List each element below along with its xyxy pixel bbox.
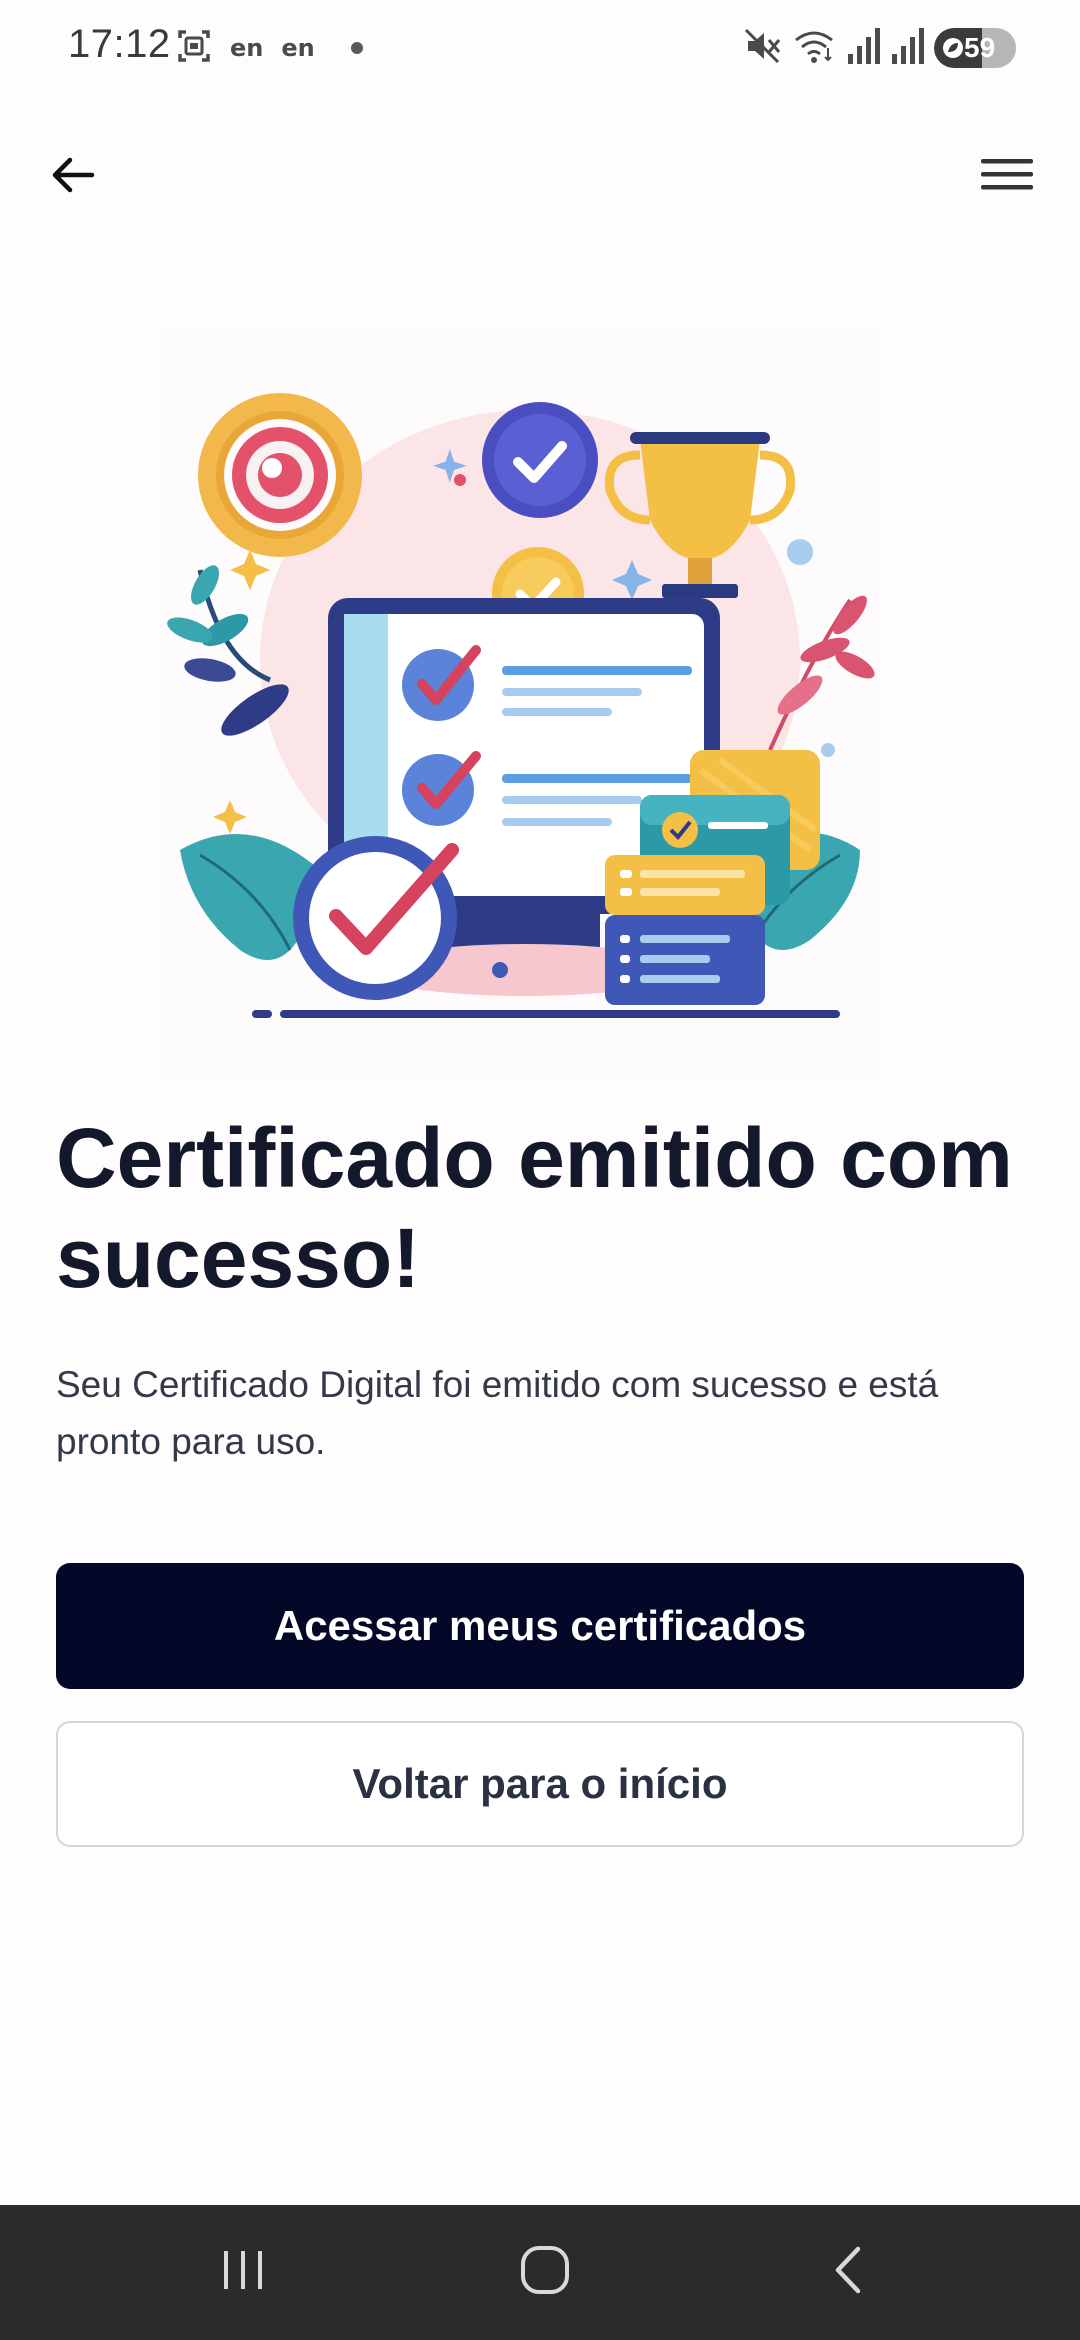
arrow-left-icon — [48, 150, 98, 205]
wifi-icon — [792, 26, 836, 71]
page-subtitle: Seu Certificado Digital foi emitido com … — [56, 1364, 939, 1462]
check-circle-icon — [293, 836, 459, 1000]
home-icon — [518, 2243, 572, 2302]
recent-apps-button[interactable] — [153, 2205, 333, 2340]
back-icon — [828, 2243, 868, 2302]
certificate-illustration — [160, 330, 880, 1080]
battery-icon: 59 — [934, 28, 1016, 68]
battery-level: 59 — [964, 32, 996, 63]
status-bar: 17:12 en en 59 — [0, 0, 1080, 96]
menu-button[interactable] — [974, 144, 1040, 210]
status-left-icons: en en — [176, 28, 363, 68]
home-button[interactable] — [455, 2205, 635, 2340]
back-button[interactable] — [40, 144, 106, 210]
notification-dot — [350, 42, 363, 54]
screenshot-icon — [176, 28, 212, 69]
signal-icon — [890, 26, 924, 71]
access-certificates-button[interactable]: Acessar meus certificados — [56, 1563, 1024, 1689]
signal-icon — [846, 26, 880, 71]
badge-check-icon — [482, 402, 598, 518]
battery-saver-icon — [942, 37, 964, 64]
system-back-button[interactable] — [758, 2205, 938, 2340]
system-navigation-bar — [0, 2205, 1080, 2340]
language-tag: en — [230, 34, 264, 62]
hamburger-menu-icon — [980, 155, 1034, 200]
recent-apps-icon — [218, 2245, 268, 2300]
back-to-home-button[interactable]: Voltar para o início — [56, 1721, 1024, 1847]
gear-target-icon — [198, 393, 362, 557]
status-right-icons: 59 — [742, 26, 1016, 70]
language-tag: en — [281, 34, 315, 62]
page-title: Certificado emitido com sucesso! — [56, 1111, 1013, 1305]
mute-icon — [742, 26, 782, 71]
status-time: 17:12 — [68, 22, 171, 66]
